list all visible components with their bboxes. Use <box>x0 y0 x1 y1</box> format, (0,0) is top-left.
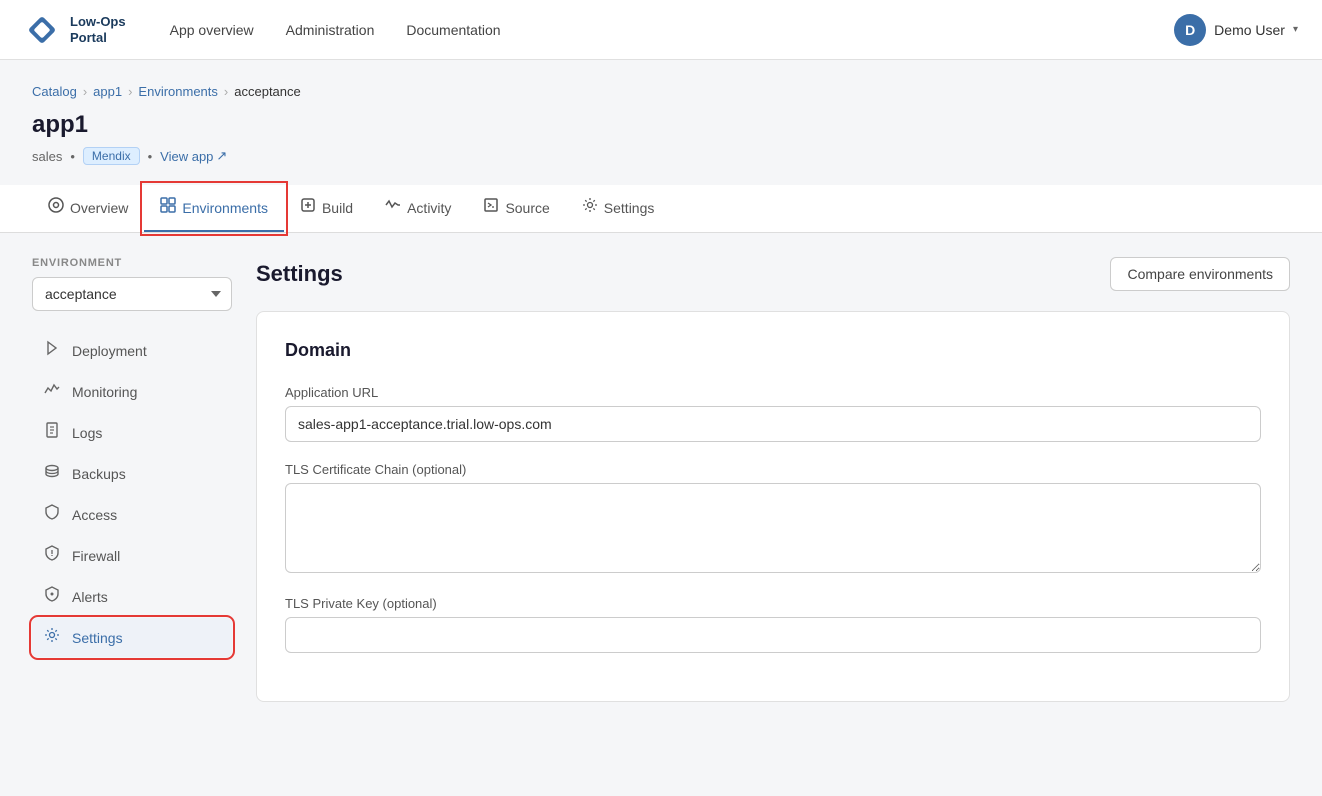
user-avatar: D <box>1174 14 1206 46</box>
logo-icon <box>24 12 60 48</box>
sidebar: ENVIRONMENT acceptance production develo… <box>32 257 232 657</box>
user-menu[interactable]: D Demo User ▾ <box>1174 14 1298 46</box>
page-content: Catalog › app1 › Environments › acceptan… <box>0 60 1322 726</box>
sidebar-nav: Deployment Monitoring Logs <box>32 331 232 657</box>
header: Low-Ops Portal App overview Administrati… <box>0 0 1322 60</box>
breadcrumb-environments[interactable]: Environments <box>138 84 217 99</box>
main-panel: Settings Compare environments Domain App… <box>256 257 1290 702</box>
tabs-bar: Overview Environments Build Activity Sou… <box>0 185 1322 233</box>
tab-environments[interactable]: Environments <box>144 185 284 232</box>
subtitle-label: sales <box>32 149 62 164</box>
logo-text: Low-Ops Portal <box>70 14 126 45</box>
tls-chain-label: TLS Certificate Chain (optional) <box>285 462 1261 477</box>
logs-icon <box>42 422 62 443</box>
domain-card: Domain Application URL TLS Certificate C… <box>256 311 1290 702</box>
backups-icon <box>42 463 62 484</box>
sep-2: › <box>128 84 132 99</box>
sidebar-item-logs[interactable]: Logs <box>32 413 232 452</box>
build-icon <box>300 197 316 218</box>
access-icon <box>42 504 62 525</box>
chevron-down-icon: ▾ <box>1293 24 1298 35</box>
tls-chain-input[interactable] <box>285 483 1261 573</box>
url-label: Application URL <box>285 385 1261 400</box>
breadcrumb-current: acceptance <box>234 84 301 99</box>
sep-3: › <box>224 84 228 99</box>
environments-icon <box>160 197 176 218</box>
sidebar-item-access[interactable]: Access <box>32 495 232 534</box>
tab-build[interactable]: Build <box>284 185 369 232</box>
breadcrumb-app1[interactable]: app1 <box>93 84 122 99</box>
sidebar-item-settings[interactable]: Settings <box>32 618 232 657</box>
tls-chain-group: TLS Certificate Chain (optional) <box>285 462 1261 576</box>
dot-sep: • <box>70 149 75 164</box>
tls-key-input[interactable] <box>285 617 1261 653</box>
compare-environments-button[interactable]: Compare environments <box>1110 257 1290 291</box>
lower-layout: ENVIRONMENT acceptance production develo… <box>32 257 1290 702</box>
tab-settings[interactable]: Settings <box>566 185 671 232</box>
deployment-icon <box>42 340 62 361</box>
settings-header: Settings Compare environments <box>256 257 1290 291</box>
url-group: Application URL <box>285 385 1261 442</box>
user-name: Demo User <box>1214 22 1285 38</box>
activity-icon <box>385 197 401 218</box>
alerts-icon <box>42 586 62 607</box>
breadcrumb: Catalog › app1 › Environments › acceptan… <box>32 84 1290 99</box>
sidebar-item-deployment[interactable]: Deployment <box>32 331 232 370</box>
source-icon <box>483 197 499 218</box>
sidebar-item-firewall[interactable]: Firewall <box>32 536 232 575</box>
sep-1: › <box>83 84 87 99</box>
dot-sep2: • <box>148 149 153 164</box>
url-input[interactable] <box>285 406 1261 442</box>
header-nav: App overview Administration Documentatio… <box>158 16 1175 44</box>
tab-activity[interactable]: Activity <box>369 185 467 232</box>
external-link-icon: ↗ <box>216 148 227 164</box>
monitoring-icon <box>42 381 62 402</box>
firewall-icon <box>42 545 62 566</box>
environment-select[interactable]: acceptance production development <box>32 277 232 311</box>
tls-key-group: TLS Private Key (optional) <box>285 596 1261 653</box>
nav-administration[interactable]: Administration <box>274 16 387 44</box>
tls-key-label: TLS Private Key (optional) <box>285 596 1261 611</box>
settings-tab-icon <box>582 197 598 218</box>
tab-source[interactable]: Source <box>467 185 565 232</box>
mendix-badge: Mendix <box>83 147 140 165</box>
view-app-link[interactable]: View app ↗ <box>160 148 227 164</box>
breadcrumb-catalog[interactable]: Catalog <box>32 84 77 99</box>
env-label: ENVIRONMENT <box>32 257 232 269</box>
page-title: app1 <box>32 111 1290 139</box>
sidebar-settings-icon <box>42 627 62 648</box>
nav-documentation[interactable]: Documentation <box>394 16 512 44</box>
sidebar-item-backups[interactable]: Backups <box>32 454 232 493</box>
logo[interactable]: Low-Ops Portal <box>24 12 126 48</box>
sidebar-item-alerts[interactable]: Alerts <box>32 577 232 616</box>
page-subtitle: sales • Mendix • View app ↗ <box>32 147 1290 165</box>
nav-app-overview[interactable]: App overview <box>158 16 266 44</box>
settings-title: Settings <box>256 261 343 287</box>
overview-icon <box>48 197 64 218</box>
domain-title: Domain <box>285 340 1261 361</box>
tab-overview[interactable]: Overview <box>32 185 144 232</box>
sidebar-item-monitoring[interactable]: Monitoring <box>32 372 232 411</box>
